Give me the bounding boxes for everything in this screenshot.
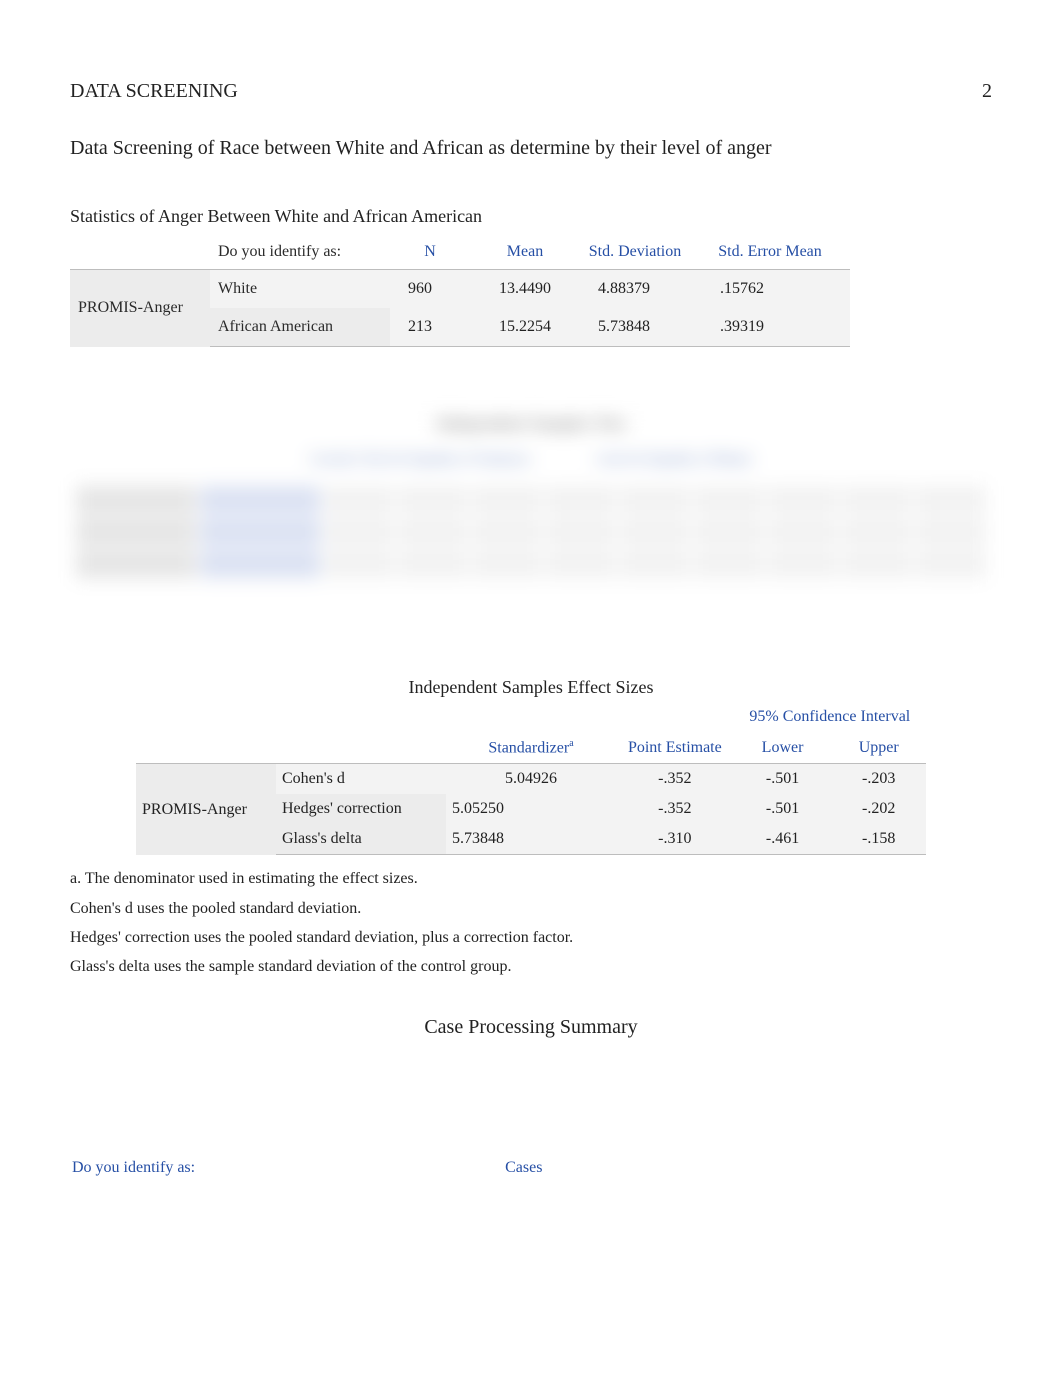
ci-label: 95% Confidence Interval bbox=[734, 702, 926, 732]
cell-sem: .39319 bbox=[690, 308, 850, 347]
col-point-estimate: Point Estimate bbox=[616, 732, 734, 764]
table-row: PROMIS-Anger White 960 13.4490 4.88379 .… bbox=[70, 270, 850, 309]
col-lower: Lower bbox=[734, 732, 832, 764]
cell-point: -.352 bbox=[616, 764, 734, 795]
case-processing-title: Case Processing Summary bbox=[70, 1016, 992, 1039]
running-head: DATA SCREENING bbox=[70, 80, 238, 103]
cell-point: -.310 bbox=[616, 824, 734, 855]
cell-mean: 13.4490 bbox=[470, 270, 580, 309]
effect-sizes-table: 95% Confidence Interval Standardizera Po… bbox=[136, 702, 926, 855]
table-row: PROMIS-Anger Cohen's d 5.04926 -.352 -.5… bbox=[136, 764, 926, 795]
note-a: a. The denominator used in estimating th… bbox=[70, 865, 992, 892]
metric-label: Hedges' correction bbox=[276, 794, 446, 824]
page-number: 2 bbox=[982, 80, 992, 103]
effect-table-notes: a. The denominator used in estimating th… bbox=[70, 865, 992, 980]
metric-label: Glass's delta bbox=[276, 824, 446, 855]
cell-lower: -.501 bbox=[734, 794, 832, 824]
cell-mean: 15.2254 bbox=[470, 308, 580, 347]
group-label: African American bbox=[210, 308, 390, 347]
col-mean: Mean bbox=[470, 235, 580, 270]
cell-n: 960 bbox=[390, 270, 470, 309]
document-title: Data Screening of Race between White and… bbox=[70, 137, 992, 160]
cell-sem: .15762 bbox=[690, 270, 850, 309]
variable-label: PROMIS-Anger bbox=[136, 764, 276, 855]
col-sd: Std. Deviation bbox=[580, 235, 690, 270]
cell-lower: -.461 bbox=[734, 824, 832, 855]
obscured-table: Independent Samples Test Levene's Test f… bbox=[70, 407, 992, 627]
effect-table-title: Independent Samples Effect Sizes bbox=[70, 677, 992, 698]
cell-std: 5.04926 bbox=[446, 764, 616, 795]
cps-cases-label: Cases bbox=[505, 1159, 542, 1177]
cps-identify-label: Do you identify as: bbox=[72, 1159, 195, 1177]
note-b: Cohen's d uses the pooled standard devia… bbox=[70, 895, 992, 922]
col-standardizer: Standardizera bbox=[446, 732, 616, 764]
cell-std: 5.05250 bbox=[446, 794, 616, 824]
cell-lower: -.501 bbox=[734, 764, 832, 795]
cell-n: 213 bbox=[390, 308, 470, 347]
metric-label: Cohen's d bbox=[276, 764, 446, 795]
stats-table-title: Statistics of Anger Between White and Af… bbox=[70, 206, 992, 227]
cell-sd: 5.73848 bbox=[580, 308, 690, 347]
cell-upper: -.158 bbox=[831, 824, 926, 855]
cell-point: -.352 bbox=[616, 794, 734, 824]
col-n: N bbox=[390, 235, 470, 270]
cell-upper: -.202 bbox=[831, 794, 926, 824]
stats-table: Do you identify as: N Mean Std. Deviatio… bbox=[70, 235, 850, 347]
col-identify: Do you identify as: bbox=[210, 235, 390, 270]
variable-label: PROMIS-Anger bbox=[70, 270, 210, 347]
note-c: Hedges' correction uses the pooled stand… bbox=[70, 924, 992, 951]
col-upper: Upper bbox=[831, 732, 926, 764]
group-label: White bbox=[210, 270, 390, 309]
note-d: Glass's delta uses the sample standard d… bbox=[70, 953, 992, 980]
cell-upper: -.203 bbox=[831, 764, 926, 795]
cell-std: 5.73848 bbox=[446, 824, 616, 855]
col-sem: Std. Error Mean bbox=[690, 235, 850, 270]
cell-sd: 4.88379 bbox=[580, 270, 690, 309]
